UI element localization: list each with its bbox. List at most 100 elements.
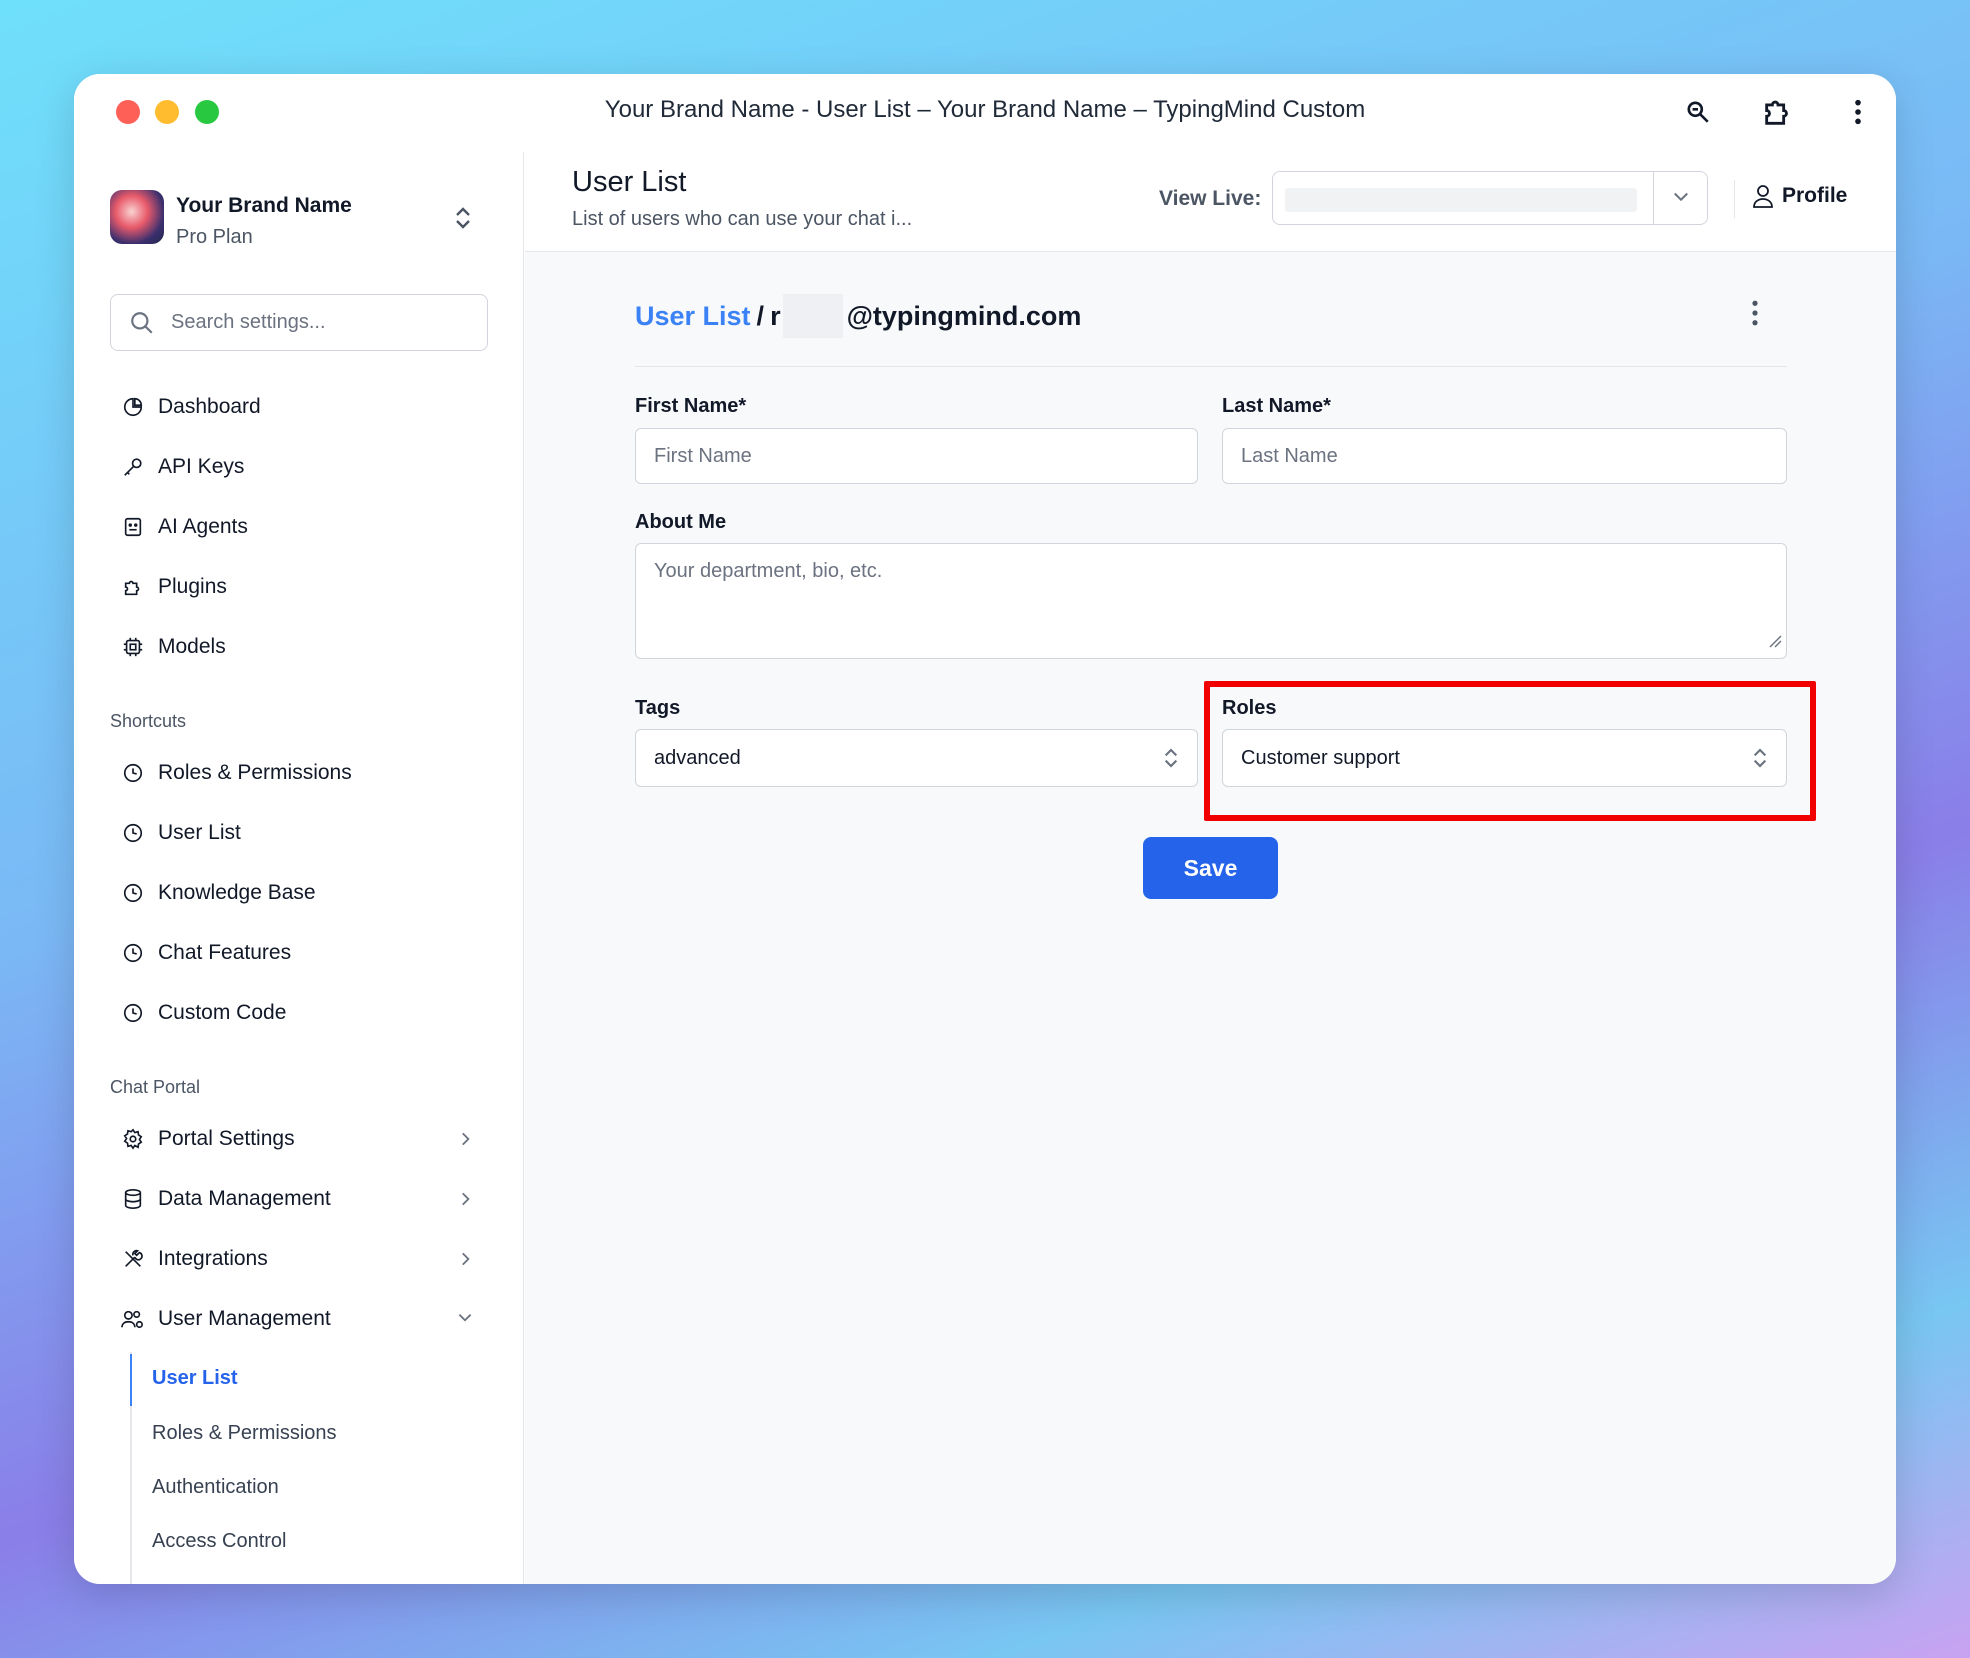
last-name-placeholder: Last Name bbox=[1241, 444, 1338, 467]
submenu-item-access-control[interactable]: Access Control bbox=[152, 1530, 287, 1553]
pie-chart-icon bbox=[120, 394, 146, 420]
roles-highlight-box bbox=[1204, 681, 1816, 821]
sidebar-item-models[interactable]: Models bbox=[120, 627, 226, 667]
brand-plan: Pro Plan bbox=[176, 226, 253, 248]
breadcrumb-user-list-link[interactable]: User List bbox=[635, 301, 751, 332]
title-bar: Your Brand Name - User List – Your Brand… bbox=[74, 74, 1896, 152]
view-live-separator bbox=[1653, 172, 1654, 224]
submenu-item-user-list[interactable]: User List bbox=[152, 1367, 238, 1390]
tools-icon bbox=[120, 1246, 146, 1272]
header-divider bbox=[1734, 180, 1735, 218]
user-icon bbox=[1752, 184, 1774, 208]
sidebar-item-label: Chat Features bbox=[158, 941, 292, 964]
search-settings-input[interactable]: Search settings... bbox=[110, 294, 488, 351]
chevron-right-icon[interactable] bbox=[458, 1250, 472, 1273]
clock-icon bbox=[120, 880, 146, 906]
database-icon bbox=[120, 1186, 146, 1212]
view-live-label: View Live: bbox=[1159, 187, 1262, 210]
breadcrumb-email: @typingmind.com bbox=[846, 300, 1082, 331]
sidebar-item-label: User List bbox=[158, 821, 241, 844]
sidebar-item-label: Portal Settings bbox=[158, 1127, 295, 1150]
sidebar-item-portal-settings[interactable]: Portal Settings bbox=[120, 1119, 295, 1159]
chevron-right-icon[interactable] bbox=[458, 1130, 472, 1153]
sidebar bbox=[74, 152, 524, 1584]
clock-icon bbox=[120, 940, 146, 966]
shortcut-custom-code[interactable]: Custom Code bbox=[120, 993, 286, 1033]
gear-icon bbox=[120, 1126, 146, 1152]
key-icon bbox=[120, 454, 146, 480]
view-live-value bbox=[1285, 188, 1637, 212]
tags-value: advanced bbox=[654, 746, 741, 769]
zoom-icon[interactable] bbox=[1678, 92, 1718, 132]
shortcut-chat-features[interactable]: Chat Features bbox=[120, 933, 291, 973]
users-icon bbox=[120, 1306, 146, 1332]
agent-icon bbox=[120, 514, 146, 540]
sidebar-item-label: Integrations bbox=[158, 1247, 268, 1270]
search-placeholder: Search settings... bbox=[171, 311, 326, 333]
clock-icon bbox=[120, 1000, 146, 1026]
sidebar-item-data-management[interactable]: Data Management bbox=[120, 1179, 331, 1219]
first-name-label: First Name* bbox=[635, 395, 747, 417]
page-subtitle: List of users who can use your chat i... bbox=[572, 208, 913, 230]
sidebar-item-label: Roles & Permissions bbox=[158, 761, 352, 784]
sidebar-item-dashboard[interactable]: Dashboard bbox=[120, 387, 261, 427]
sidebar-item-label: AI Agents bbox=[158, 515, 248, 538]
puzzle-icon bbox=[120, 574, 146, 600]
brand-name[interactable]: Your Brand Name bbox=[176, 194, 352, 218]
shortcut-knowledge-base[interactable]: Knowledge Base bbox=[120, 873, 316, 913]
about-me-placeholder: Your department, bio, etc. bbox=[654, 560, 883, 582]
breadcrumb-email-prefix: r bbox=[770, 300, 781, 331]
sidebar-item-label: Dashboard bbox=[158, 395, 261, 418]
shortcut-user-list[interactable]: User List bbox=[120, 813, 241, 853]
about-me-textarea[interactable]: Your department, bio, etc. bbox=[635, 543, 1787, 659]
profile-label: Profile bbox=[1782, 184, 1848, 207]
tags-select[interactable]: advanced bbox=[635, 729, 1198, 787]
shortcuts-section-label: Shortcuts bbox=[110, 711, 187, 731]
clock-icon bbox=[120, 820, 146, 846]
clock-icon bbox=[120, 760, 146, 786]
redacted-block bbox=[782, 294, 843, 338]
sidebar-item-label: User Management bbox=[158, 1307, 331, 1330]
first-name-placeholder: First Name bbox=[654, 444, 752, 467]
sidebar-item-plugins[interactable]: Plugins bbox=[120, 567, 227, 607]
sidebar-item-label: Models bbox=[158, 635, 226, 658]
sidebar-item-label: Knowledge Base bbox=[158, 881, 316, 904]
extension-icon[interactable] bbox=[1758, 92, 1798, 132]
select-arrows-icon bbox=[1163, 746, 1179, 776]
view-live-select[interactable] bbox=[1272, 171, 1708, 225]
brand-logo bbox=[110, 190, 164, 244]
brand-switch-icon[interactable] bbox=[454, 206, 472, 235]
chevron-right-icon[interactable] bbox=[458, 1190, 472, 1213]
page-title: User List bbox=[572, 166, 687, 198]
chat-portal-section-label: Chat Portal bbox=[110, 1077, 201, 1097]
sidebar-item-label: Custom Code bbox=[158, 1001, 287, 1024]
submenu-active-indicator bbox=[130, 1354, 132, 1406]
sidebar-item-label: Plugins bbox=[158, 575, 227, 598]
last-name-label: Last Name* bbox=[1222, 395, 1331, 417]
breadcrumb-separator: / bbox=[756, 300, 765, 331]
about-me-label: About Me bbox=[635, 511, 727, 533]
sidebar-item-integrations[interactable]: Integrations bbox=[120, 1239, 268, 1279]
resize-handle-icon[interactable] bbox=[1768, 631, 1782, 654]
last-name-input[interactable]: Last Name bbox=[1222, 428, 1787, 484]
content-divider bbox=[635, 366, 1787, 367]
profile-button[interactable]: Profile bbox=[1752, 184, 1847, 208]
first-name-input[interactable]: First Name bbox=[635, 428, 1198, 484]
sidebar-item-label: API Keys bbox=[158, 455, 245, 478]
shortcut-roles-permissions[interactable]: Roles & Permissions bbox=[120, 753, 352, 793]
sidebar-item-ai-agents[interactable]: AI Agents bbox=[120, 507, 248, 547]
more-options-icon[interactable] bbox=[1751, 300, 1759, 331]
sidebar-item-api-keys[interactable]: API Keys bbox=[120, 447, 244, 487]
sidebar-item-label: Data Management bbox=[158, 1187, 331, 1210]
tags-label: Tags bbox=[635, 697, 681, 719]
chevron-down-icon[interactable] bbox=[1671, 186, 1691, 211]
submenu-item-authentication[interactable]: Authentication bbox=[152, 1476, 279, 1499]
save-button[interactable]: Save bbox=[1143, 837, 1278, 899]
sidebar-item-user-management[interactable]: User Management bbox=[120, 1299, 331, 1339]
chevron-down-icon[interactable] bbox=[456, 1311, 474, 1330]
more-menu-icon[interactable] bbox=[1838, 92, 1878, 132]
search-icon bbox=[129, 310, 155, 341]
submenu-item-roles-permissions[interactable]: Roles & Permissions bbox=[152, 1422, 337, 1445]
breadcrumb: User List / r @typingmind.com bbox=[635, 294, 1081, 338]
chip-icon bbox=[120, 634, 146, 660]
